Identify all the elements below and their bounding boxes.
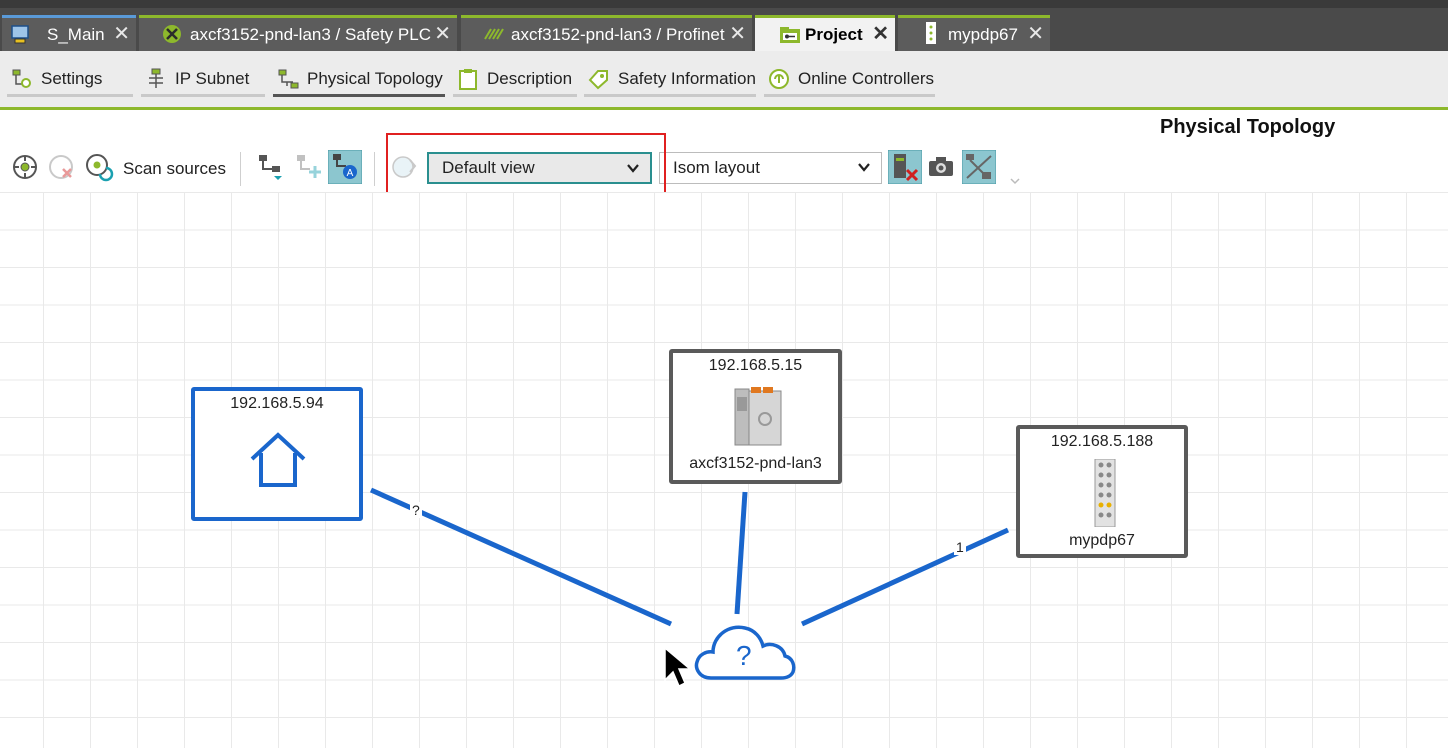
page-title: Physical Topology	[1160, 116, 1336, 138]
node-unknown-host[interactable]: 192.168.5.94	[191, 387, 363, 521]
io-module-icon	[1094, 459, 1116, 527]
remove-device-icon[interactable]	[888, 150, 922, 184]
subtab-label: Description	[487, 68, 573, 88]
link-label: ?	[410, 502, 422, 518]
tab-profinet[interactable]: axcf3152-pnd-lan3 / Profinet ✕	[461, 15, 752, 51]
cloud-label: ?	[736, 640, 752, 671]
node-io-device[interactable]: 192.168.5.188 mypdp67	[1016, 425, 1188, 558]
plc-device-icon	[734, 387, 782, 446]
tab-label: mypdp67	[948, 24, 1018, 44]
device-icon	[926, 22, 936, 44]
safety-plc-icon	[163, 25, 181, 43]
close-tab-icon[interactable]: ✕	[729, 24, 746, 44]
svg-text:A: A	[347, 168, 354, 179]
subtab-settings[interactable]: Settings	[7, 63, 133, 97]
scan-icon[interactable]	[10, 152, 40, 182]
close-tab-icon[interactable]: ✕	[872, 24, 889, 44]
refresh-scan-icon[interactable]	[84, 152, 114, 182]
subtab-label: Online Controllers	[798, 68, 935, 88]
subtab-description[interactable]: Description	[453, 63, 577, 97]
tab-safety-plc[interactable]: axcf3152-pnd-lan3 / Safety PLC ✕	[139, 15, 457, 51]
network-cloud[interactable]: ?	[693, 618, 797, 684]
editor-subtab-bar: Settings IP Subnet Physical Topology Des…	[0, 51, 1448, 110]
tab-label: S_Main	[47, 24, 105, 44]
tab-label: Project	[805, 24, 863, 44]
topology-toolbar: Scan sources A Default view Isom layout	[0, 146, 1448, 192]
tab-s-main[interactable]: S_Main ✕	[2, 15, 136, 51]
toolbar-separator	[374, 152, 375, 186]
node-plc[interactable]: 192.168.5.15 axcf3152-pnd-lan3	[669, 349, 842, 484]
ip-subnet-icon	[149, 68, 163, 88]
node-ip: 192.168.5.15	[708, 357, 803, 374]
home-icon	[250, 432, 306, 487]
profinet-icon	[484, 28, 504, 40]
toolbar-separator	[240, 152, 241, 186]
link-io-cloud[interactable]	[800, 527, 1010, 627]
node-name: mypdp67	[1069, 532, 1135, 549]
tab-label: axcf3152-pnd-lan3 / Profinet	[511, 24, 725, 44]
close-tab-icon[interactable]: ✕	[1027, 24, 1044, 44]
node-ip: 192.168.5.94	[230, 395, 324, 412]
disable-links-icon[interactable]	[962, 150, 996, 184]
overflow-chevron-icon[interactable]	[1008, 174, 1022, 188]
subtab-label: Settings	[41, 68, 103, 88]
tab-project[interactable]: Project ✕	[755, 15, 895, 51]
plc-screen-icon	[11, 25, 29, 44]
network-add-icon[interactable]	[294, 152, 324, 182]
tab-mypdp67[interactable]: mypdp67 ✕	[898, 15, 1050, 51]
document-tab-bar: S_Main ✕ axcf3152-pnd-lan3 / Safety PLC …	[0, 8, 1448, 51]
subtab-physical-topology[interactable]: Physical Topology	[273, 63, 445, 97]
camera-icon[interactable]	[926, 152, 956, 182]
mouse-cursor-icon	[664, 646, 693, 688]
topology-icon	[278, 69, 299, 88]
chevron-down-icon	[858, 163, 870, 172]
close-tab-icon[interactable]: ✕	[113, 24, 130, 44]
tab-label: axcf3152-pnd-lan3 / Safety PLC	[190, 24, 431, 44]
subtab-online-controllers[interactable]: Online Controllers	[764, 63, 935, 97]
subtab-safety-information[interactable]: Safety Information	[584, 63, 756, 97]
node-ip: 192.168.5.188	[1050, 433, 1154, 450]
safety-tag-icon	[588, 69, 608, 89]
project-folder-icon	[780, 27, 800, 43]
clipboard-icon	[459, 68, 477, 90]
node-name: axcf3152-pnd-lan3	[689, 455, 822, 472]
network-connect-icon[interactable]	[256, 152, 286, 182]
layout-select-value: Isom layout	[673, 158, 760, 177]
window-top-strip	[0, 0, 1448, 8]
link-plc-cloud[interactable]	[734, 491, 748, 615]
stop-scan-icon[interactable]	[46, 152, 76, 182]
subtab-label: IP Subnet	[175, 68, 250, 88]
subtab-ip-subnet[interactable]: IP Subnet	[141, 63, 265, 97]
settings-network-icon	[12, 69, 31, 88]
topology-canvas[interactable]: ? 1 192.168.5.94 192.168.5.15 axcf3152-p…	[0, 192, 1448, 748]
online-controller-icon	[769, 68, 789, 89]
link-label: 1	[954, 539, 966, 555]
close-tab-icon[interactable]: ✕	[434, 24, 451, 44]
layout-select[interactable]: Isom layout	[659, 152, 882, 184]
scan-sources-button[interactable]: Scan sources	[123, 159, 226, 179]
subtab-label: Safety Information	[618, 68, 756, 88]
auto-layout-icon[interactable]: A	[328, 150, 362, 184]
subtab-label: Physical Topology	[307, 68, 443, 88]
